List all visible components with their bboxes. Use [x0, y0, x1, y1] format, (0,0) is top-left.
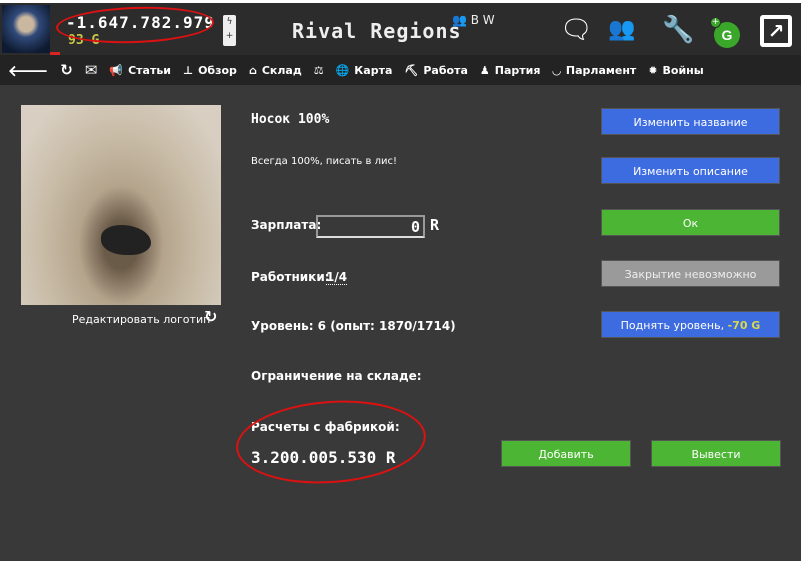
desk-icon: ⊥: [183, 63, 194, 77]
friends-icon[interactable]: 👥: [608, 15, 635, 45]
workers-label: Работники:: [251, 270, 330, 284]
withdraw-button[interactable]: Вывести: [651, 440, 781, 467]
avatar[interactable]: [2, 5, 50, 53]
edit-logo-link[interactable]: Редактировать логотип: [72, 313, 210, 326]
upgrade-button[interactable]: Поднять уровень, -70 G: [601, 311, 780, 338]
rename-button[interactable]: Изменить название: [601, 108, 780, 135]
pickaxe-icon: ⛏: [404, 63, 419, 77]
upgrade-cost: -70 G: [727, 319, 761, 332]
app-title: Rival Regions: [292, 19, 462, 43]
nav-item-articles[interactable]: 📢 Статьи: [109, 64, 171, 77]
close-factory-button[interactable]: Закрытие невозможно: [601, 260, 780, 287]
social-links[interactable]: 👥 B W: [452, 13, 495, 27]
storage-limit-label: Ограничение на складе:: [251, 369, 422, 383]
change-description-button[interactable]: Изменить описание: [601, 157, 780, 184]
energy-drink-icon[interactable]: ϟ +: [223, 15, 236, 46]
nav-item-wars[interactable]: ✹ Войны: [648, 64, 703, 77]
factory-level: Уровень: 6 (опыт: 1870/1714): [251, 319, 456, 333]
salary-label: Зарплата:: [251, 218, 322, 232]
parliament-icon: ◡: [552, 63, 561, 77]
factory-description: Всегда 100%, писать в лис!: [251, 156, 397, 167]
factory-logo: [21, 105, 221, 305]
nav-bar: 🡐 ↻ ✉ 📢 Статьи ⊥ Обзор ⌂ Склад ⚖ 🌐 Карта ⛏ Ра…: [0, 55, 801, 85]
refresh-icon[interactable]: ↻: [60, 61, 73, 79]
globe-icon: 🌐: [335, 63, 350, 77]
add-button[interactable]: Добавить: [501, 440, 631, 467]
factory-name: Носок 100%: [251, 112, 330, 127]
back-arrow-icon[interactable]: 🡐: [8, 61, 48, 80]
megaphone-icon: 📢: [109, 63, 124, 77]
workers-value[interactable]: 1/4: [326, 270, 348, 285]
warehouse-icon: ⌂: [248, 63, 257, 77]
external-link-icon[interactable]: ↗: [760, 15, 792, 47]
nav-item-party[interactable]: ♟ Партия: [480, 64, 541, 77]
nav-item-work[interactable]: ⛏ Работа: [404, 64, 468, 77]
salary-unit: R: [430, 216, 440, 234]
plus-icon[interactable]: +: [710, 17, 721, 28]
ok-button[interactable]: Ок: [601, 209, 780, 236]
mail-icon[interactable]: ✉: [85, 61, 98, 79]
nav-item-overview[interactable]: ⊥ Обзор: [183, 64, 237, 77]
top-bar: -1.647.782.979 R 93 G ϟ + Rival Regions 👥…: [0, 3, 801, 55]
app: -1.647.782.979 R 93 G ϟ + Rival Regions 👥…: [0, 3, 801, 561]
gavel-icon: ⚖: [313, 63, 324, 77]
nav-item-parliament[interactable]: ◡ Парламент: [552, 64, 636, 77]
salary-input[interactable]: [316, 215, 425, 238]
wrench-icon[interactable]: 🔧: [662, 15, 694, 45]
chat-icon[interactable]: 🗨: [560, 15, 593, 45]
nav-item-gavel[interactable]: ⚖: [314, 64, 324, 77]
red-annotation-circle: [233, 394, 429, 490]
person-icon: ♟: [479, 63, 490, 77]
explosion-icon: ✹: [648, 63, 658, 77]
nav-item-map[interactable]: 🌐 Карта: [336, 64, 393, 77]
refresh-logo-icon[interactable]: ↻: [204, 307, 217, 326]
red-annotation-circle: [55, 4, 215, 46]
nav-item-warehouse[interactable]: ⌂ Склад: [249, 64, 302, 77]
sock-hole: [101, 225, 151, 255]
